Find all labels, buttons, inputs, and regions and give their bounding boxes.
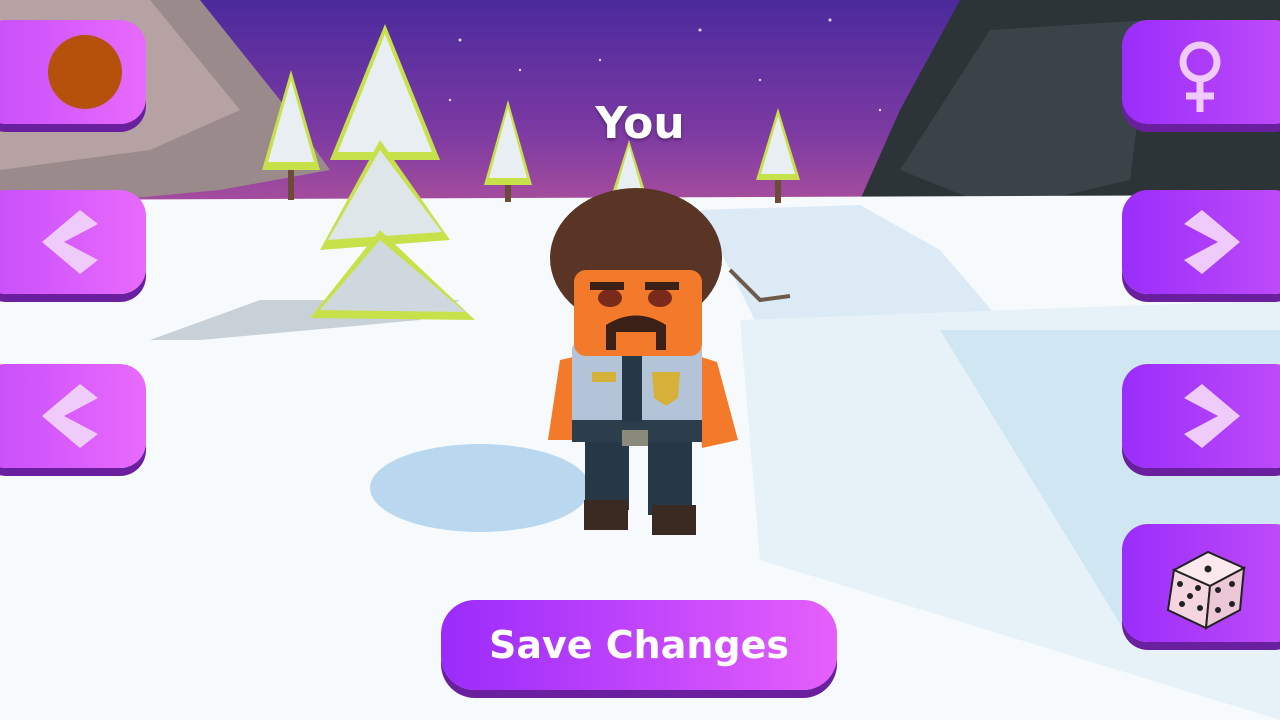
female-symbol-icon	[1179, 41, 1221, 112]
save-changes-label: Save Changes	[488, 623, 789, 667]
dice-icon	[1166, 550, 1247, 630]
color-swatch	[48, 35, 122, 109]
next-style-button-1[interactable]	[1122, 190, 1280, 294]
chevron-right-icon	[1184, 384, 1240, 448]
chevron-right-icon	[1184, 210, 1240, 274]
save-changes-button[interactable]: Save Changes	[441, 600, 837, 690]
player-name-label: You	[595, 98, 685, 149]
previous-style-button-2[interactable]	[0, 364, 146, 468]
next-style-button-2[interactable]	[1122, 364, 1280, 468]
previous-style-button-1[interactable]	[0, 190, 146, 294]
chevron-left-icon	[42, 210, 98, 274]
gender-toggle-button[interactable]	[1122, 20, 1280, 124]
color-picker-button[interactable]	[0, 20, 146, 124]
randomize-button[interactable]	[1122, 524, 1280, 642]
chevron-left-icon	[42, 384, 98, 448]
